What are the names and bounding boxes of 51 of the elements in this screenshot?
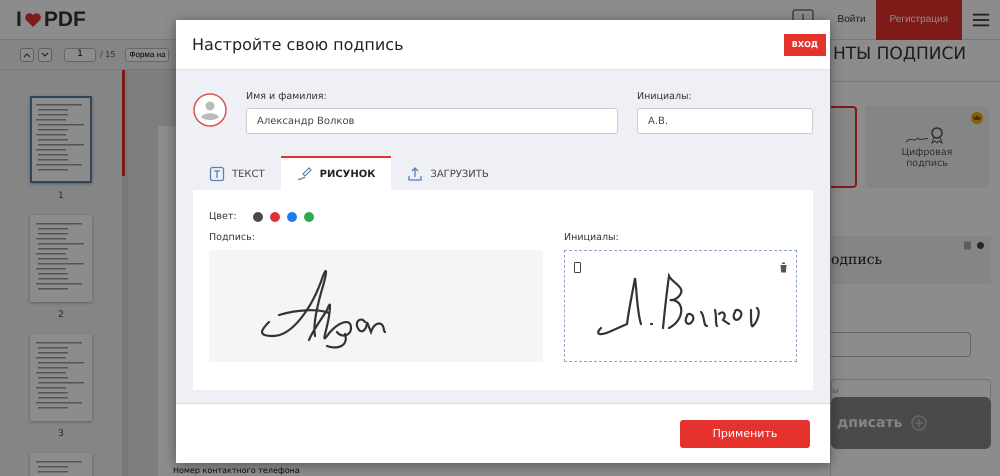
field-label: Имя и фамилия: <box>246 91 328 102</box>
tab[interactable]: РИСУНОК <box>280 156 392 190</box>
text-icon <box>209 166 225 182</box>
page-down-button[interactable] <box>38 48 52 62</box>
field-label: Подпись: <box>209 232 256 243</box>
color-swatch[interactable] <box>286 212 297 222</box>
initials-pad[interactable] <box>564 250 797 362</box>
page-thumbnail[interactable] <box>30 96 92 183</box>
saved-signature-text: одпись <box>831 252 882 268</box>
tab[interactable]: ЗАГРУЗИТЬ <box>391 156 505 190</box>
chevron-down-icon <box>41 52 49 58</box>
page-label: 2 <box>58 310 64 320</box>
field-label: Инициалы: <box>564 232 620 243</box>
tab[interactable]: ТЕКСТ <box>193 156 281 190</box>
edit-icon[interactable] <box>963 241 985 250</box>
signature-drawing[interactable] <box>209 250 543 362</box>
logo-text: PDF <box>44 8 86 32</box>
login-button[interactable]: ВХОД <box>784 34 826 56</box>
saved-signature-card[interactable]: одпись <box>831 236 991 284</box>
page-count: / 15 <box>100 50 116 59</box>
heart-icon <box>24 12 42 28</box>
card-label: Цифровая подпись <box>900 147 954 169</box>
page-label: 3 <box>58 429 64 439</box>
color-swatch[interactable] <box>270 212 280 222</box>
menu-icon[interactable] <box>972 12 990 28</box>
phone-icon[interactable] <box>573 262 582 273</box>
trash-icon[interactable] <box>779 262 788 273</box>
page-number-field[interactable]: 1 <box>64 48 96 62</box>
dialog-title: Настройте свою подпись <box>192 35 404 54</box>
avatar-icon <box>193 93 227 127</box>
color-label: Цвет: <box>209 211 237 222</box>
signature-type-card[interactable]: Цифровая подпись <box>865 106 989 188</box>
upload-icon <box>407 166 424 182</box>
field-label: Инициалы: <box>637 91 693 102</box>
color-swatch[interactable] <box>252 212 263 222</box>
initials-field[interactable]: А.В. <box>637 108 813 134</box>
form-button[interactable]: Форма на <box>125 48 170 62</box>
login-link[interactable]: Войти <box>838 14 866 25</box>
page-label: 1 <box>58 191 64 201</box>
plus-circle-icon <box>910 415 927 431</box>
document-text: Номер контактного телефона <box>173 466 301 475</box>
name-field[interactable]: Александр Волков <box>246 108 618 134</box>
apply-button[interactable]: Применить <box>680 420 810 448</box>
page-up-button[interactable] <box>20 48 34 62</box>
signup-button[interactable]: Регистрация <box>876 0 962 40</box>
scrollbar-thumb[interactable] <box>122 70 125 176</box>
color-swatch[interactable] <box>304 212 314 222</box>
chevron-up-icon <box>23 52 31 58</box>
panel-title: НТЫ ПОДПИСИ <box>831 40 1000 82</box>
logo-letter: I <box>16 8 22 32</box>
pen-icon <box>296 166 313 182</box>
